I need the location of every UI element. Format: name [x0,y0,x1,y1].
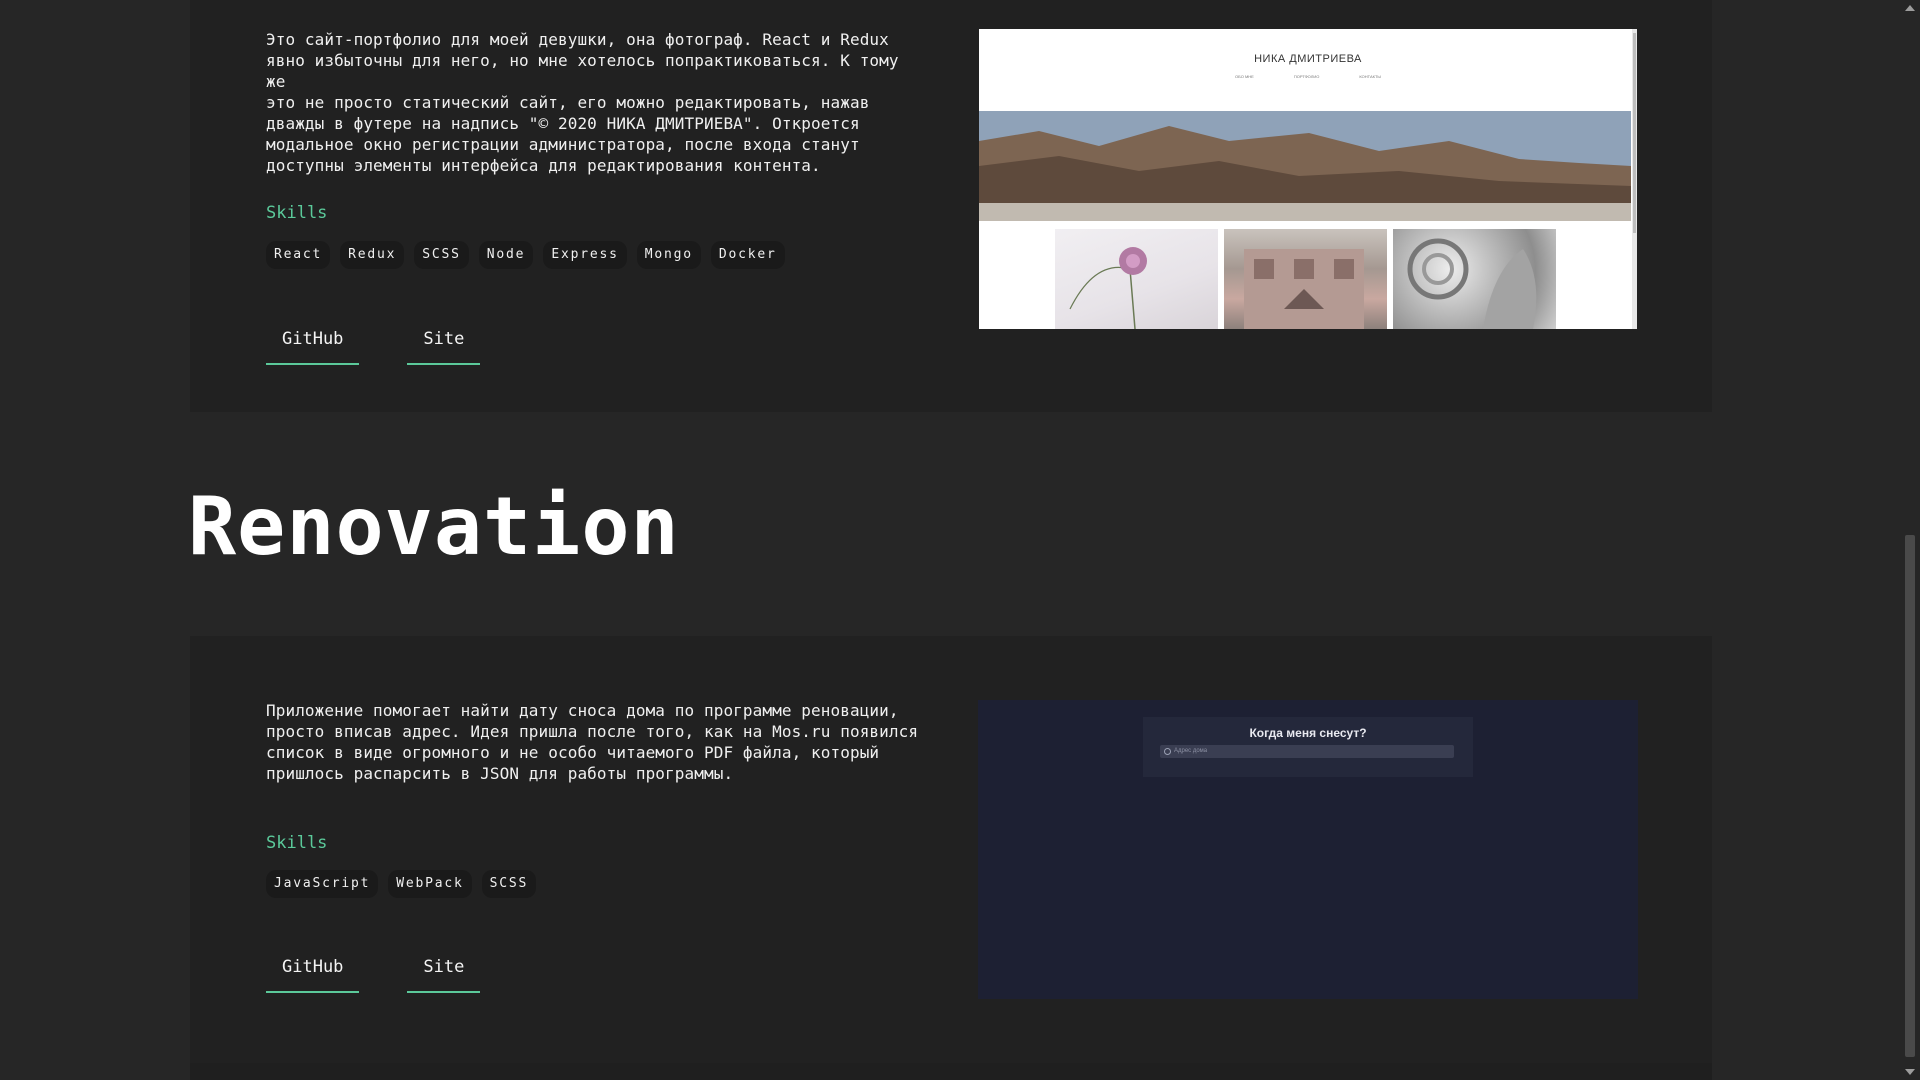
mountain-image [979,111,1631,221]
screenshot-nav-item: ПОРТФОЛИО [1293,74,1320,79]
screenshot-thumb-ornament [1393,229,1556,329]
screenshot-input-placeholder: Адрес дома [1174,748,1208,754]
skill-chip: SCSS [414,241,469,269]
project-screenshot: НИКА ДМИТРИЕВА ОБО МНЕ ПОРТФОЛИО КОНТАКТ… [979,29,1637,329]
project-description: Приложение помогает найти дату сноса дом… [266,701,919,783]
screenshot-brand: НИКА ДМИТРИЕВА [1254,53,1362,65]
project-card-renovation: Приложение помогает найти дату сноса дом… [190,636,1712,1063]
project-description: Это сайт-портфолио для моей девушки, она… [266,30,899,175]
portfolio-page: Это сайт-портфолио для моей девушки, она… [0,0,1900,1080]
skill-chip: Mongo [636,241,701,269]
skill-chip: WebPack [388,870,472,898]
page-scrollbar[interactable] [1900,0,1920,1080]
skills-heading: Skills [266,203,328,223]
skill-chip: Express [543,241,627,269]
scroll-up-arrow-icon[interactable] [1905,5,1915,11]
project-links: GitHub Site [266,329,481,365]
screenshot-nav: ОБО МНЕ ПОРТФОЛИО КОНТАКТЫ [979,74,1637,79]
screenshot-title: Когда меня снесут? [1249,726,1367,740]
screenshot-search-panel: Когда меня снесут? Адрес дома [1143,717,1473,777]
section-title: Renovation [188,480,680,573]
screenshot-scrollbar [1632,29,1637,329]
project-links: GitHub Site [266,957,481,993]
skill-chip: JavaScript [266,870,379,898]
skill-chip: Docker [710,241,785,269]
github-link[interactable]: GitHub [266,957,360,993]
skills-heading: Skills [266,833,328,853]
screenshot-thumb-flower [1055,229,1218,329]
skill-chip: Redux [340,241,405,269]
site-link[interactable]: Site [407,329,481,365]
next-project-card [190,1063,1712,1080]
scroll-down-arrow-icon[interactable] [1905,1069,1915,1075]
site-link[interactable]: Site [407,957,481,993]
scrollbar-thumb[interactable] [1905,535,1915,1057]
screenshot-nav-item: КОНТАКТЫ [1359,74,1381,79]
project-screenshot: Когда меня снесут? Адрес дома [978,700,1638,999]
skill-chip: Node [478,241,534,269]
github-link[interactable]: GitHub [266,329,360,365]
skill-chip: SCSS [481,870,537,898]
screenshot-nav-item: ОБО МНЕ [1235,74,1254,79]
search-icon [1164,748,1171,755]
screenshot-address-input: Адрес дома [1160,745,1454,758]
screenshot-thumb-building [1224,229,1387,329]
screenshot-hero-image [979,111,1631,221]
skills-list: React Redux SCSS Node Express Mongo Dock… [266,241,785,269]
skill-chip: React [266,241,331,269]
project-card-portfolio: Это сайт-портфолио для моей девушки, она… [190,0,1712,412]
skills-list: JavaScript WebPack SCSS [266,870,537,898]
